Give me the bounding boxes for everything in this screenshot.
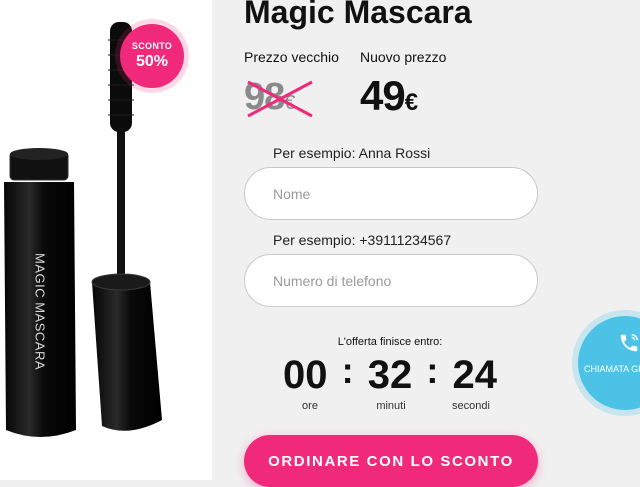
name-input[interactable] (244, 167, 538, 220)
price-strikethrough-icon (247, 80, 313, 118)
call-button[interactable]: CHIAMATA GR (578, 316, 640, 410)
discount-badge: SCONTO 50% (120, 24, 184, 88)
new-price-value: 49 (360, 72, 406, 119)
phone-field-hint: Per esempio: +39111234567 (273, 232, 452, 248)
countdown-separator: : (341, 350, 354, 391)
old-price-label: Prezzo vecchio (244, 49, 339, 65)
countdown-seconds-label: secondi (452, 400, 490, 412)
order-discount-button[interactable]: ORDINARE CON LO SCONTO (244, 435, 538, 487)
countdown-separator: : (426, 350, 439, 391)
product-panel: MAGIC MASCARA SCONTO 50% (0, 0, 212, 480)
new-price: 49€ (360, 72, 418, 120)
tube-brand-text: MAGIC MASCARA (32, 252, 48, 370)
phone-icon (620, 334, 638, 352)
phone-input[interactable] (244, 254, 538, 307)
countdown-timer: 00 : 32 : 24 (283, 350, 497, 400)
countdown-hours-label: ore (302, 400, 318, 412)
countdown-hours: 00 (283, 352, 328, 397)
new-price-label: Nuovo prezzo (360, 49, 447, 65)
discount-badge-label: SCONTO (131, 41, 173, 51)
countdown-minutes-label: minuti (376, 400, 406, 412)
countdown-minutes: 32 (367, 352, 413, 397)
call-button-label: CHIAMATA GR (584, 364, 640, 374)
name-field-hint: Per esempio: Anna Rossi (273, 145, 431, 161)
countdown-seconds: 24 (452, 352, 498, 397)
new-price-currency: € (404, 89, 418, 116)
discount-badge-value: 50% (135, 53, 169, 70)
page-title: Magic Mascara (244, 0, 472, 30)
countdown-label: L'offerta finisce entro: (337, 336, 443, 348)
